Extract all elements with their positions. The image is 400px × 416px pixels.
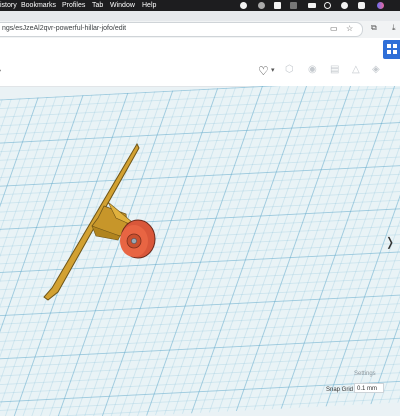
menu-bookmarks[interactable]: Bookmarks <box>21 0 56 11</box>
lightbulb-icon[interactable]: ♡ <box>258 64 269 78</box>
tab-strip <box>0 11 400 21</box>
url-text: ngs/esJzeAl2qvr-powerful-hillar-jofo/edi… <box>2 25 127 32</box>
view-icon[interactable]: ◉ <box>308 64 317 75</box>
chevron-icon[interactable]: › <box>0 65 1 76</box>
download-icon[interactable]: ⤓ <box>392 24 396 32</box>
grid-icon <box>387 44 397 54</box>
app-header <box>0 38 400 61</box>
cast-icon[interactable]: ▭ <box>330 25 338 33</box>
workplane-grid <box>0 86 400 416</box>
search-icon[interactable] <box>341 2 348 9</box>
chevron-down-icon[interactable]: ▾ <box>271 66 275 74</box>
settings-label[interactable]: Settings <box>354 371 376 377</box>
align-icon[interactable]: ▤ <box>330 64 339 75</box>
menu-history[interactable]: istory <box>0 0 17 11</box>
note-icon[interactable]: ⬡ <box>285 64 294 75</box>
extension-status-icon[interactable] <box>290 2 297 9</box>
grid-view-button[interactable] <box>383 40 400 59</box>
menu-tab[interactable]: Tab <box>92 0 103 11</box>
chevron-right-icon[interactable]: ❭ <box>385 235 395 249</box>
address-bar[interactable]: ngs/esJzeAl2qvr-powerful-hillar-jofo/edi… <box>0 22 363 37</box>
mirror-icon[interactable]: △ <box>352 64 360 75</box>
menu-window[interactable]: Window <box>110 0 135 11</box>
shield-status-icon[interactable] <box>274 2 281 9</box>
menu-bar: istory Bookmarks Profiles Tab Window Hel… <box>0 0 400 11</box>
menu-help[interactable]: Help <box>142 0 156 11</box>
menu-profiles[interactable]: Profiles <box>62 0 85 11</box>
snap-grid-select[interactable]: 0.1 mm <box>354 383 384 393</box>
control-center-icon[interactable] <box>358 2 365 9</box>
group-icon[interactable]: ◈ <box>372 64 380 75</box>
status-icon[interactable] <box>258 2 265 9</box>
extensions-icon[interactable]: ⧉ <box>371 24 377 32</box>
wifi-icon[interactable] <box>324 2 331 9</box>
battery-icon[interactable] <box>308 3 316 8</box>
edit-toolbar: › ♡ ▾ ⬡ ◉ ▤ △ ◈ <box>0 60 400 87</box>
snap-grid-label: Snap Grid <box>326 387 354 393</box>
bookmark-star-icon[interactable]: ☆ <box>346 25 353 33</box>
siri-icon[interactable] <box>377 2 384 9</box>
chatgpt-status-icon[interactable] <box>240 2 247 9</box>
workplane[interactable] <box>0 86 400 416</box>
